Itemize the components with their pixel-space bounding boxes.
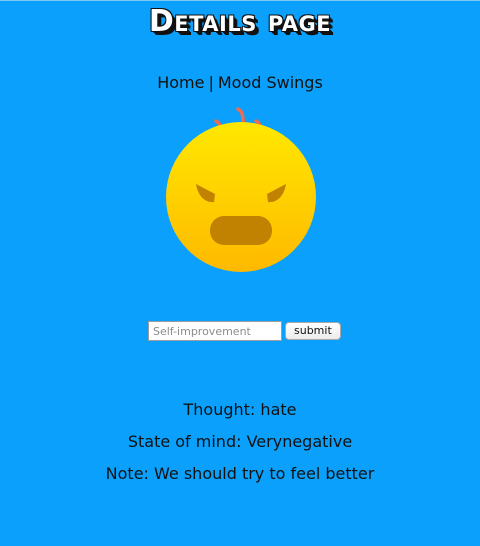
face-circle bbox=[166, 122, 316, 272]
state-line: State of mind: Verynegative bbox=[0, 430, 480, 462]
submit-button[interactable]: submit bbox=[285, 322, 341, 340]
thought-label: Thought: bbox=[183, 400, 256, 419]
thought-value: hate bbox=[260, 400, 297, 419]
breadcrumb-nav: Home | Mood Swings bbox=[0, 73, 480, 92]
thought-input[interactable] bbox=[148, 321, 282, 341]
details-section: Thought: hate State of mind: Verynegativ… bbox=[0, 398, 480, 494]
state-value: Verynegative bbox=[246, 432, 353, 451]
thought-form: submit bbox=[148, 321, 341, 341]
mouth-icon bbox=[210, 216, 272, 245]
note-label: Note: bbox=[105, 464, 149, 483]
note-value: We should try to feel better bbox=[154, 464, 375, 483]
nav-separator: | bbox=[208, 73, 214, 92]
top-border bbox=[0, 0, 480, 1]
angry-face-icon bbox=[160, 104, 320, 278]
home-link[interactable]: Home bbox=[157, 73, 204, 92]
mood-swings-link[interactable]: Mood Swings bbox=[218, 73, 323, 92]
state-label: State of mind: bbox=[127, 432, 242, 451]
note-line: Note: We should try to feel better bbox=[0, 462, 480, 494]
thought-line: Thought: hate bbox=[0, 398, 480, 430]
page-title: Details page bbox=[148, 4, 332, 39]
